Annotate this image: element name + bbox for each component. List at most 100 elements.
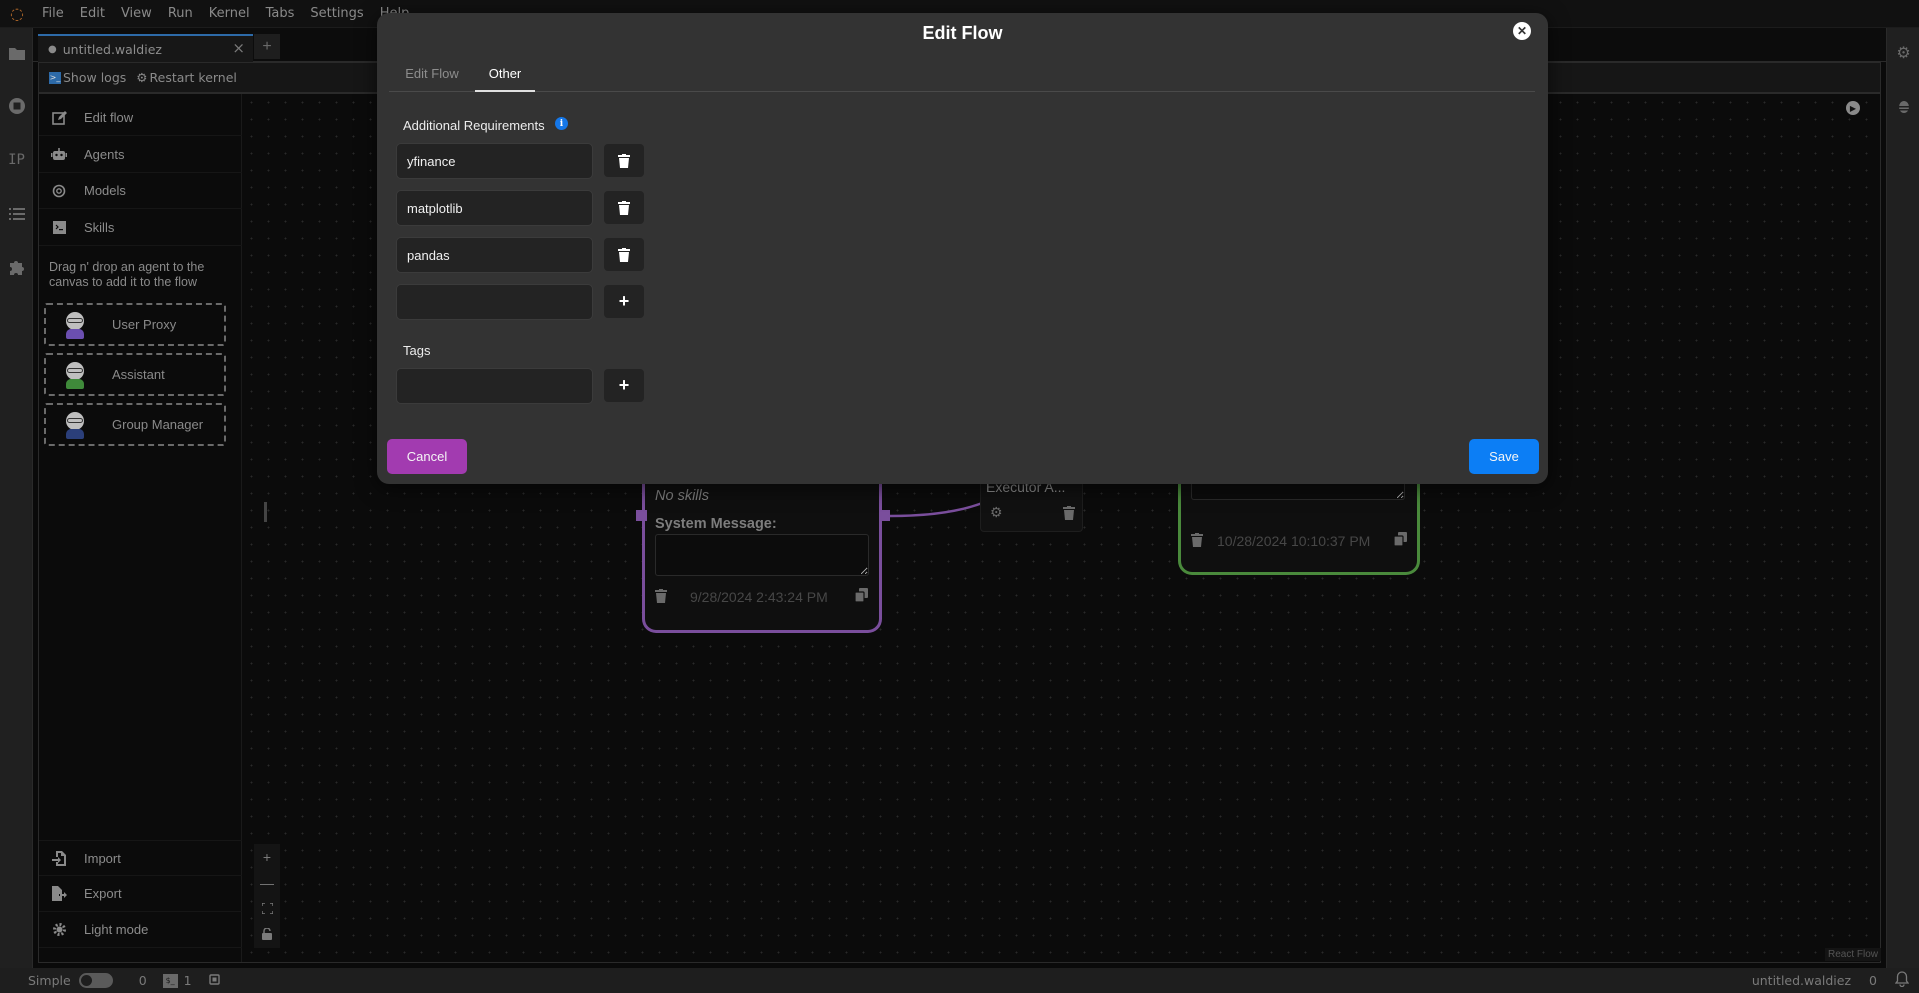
- zoom-out-button[interactable]: —: [260, 875, 274, 891]
- sidebar-item-export[interactable]: Export: [39, 876, 242, 912]
- sidebar-item-label: Light mode: [84, 922, 149, 937]
- plus-icon: +: [618, 291, 630, 311]
- sidebar-item-import[interactable]: Import: [39, 840, 242, 876]
- node-handle-left[interactable]: [636, 510, 647, 521]
- sidebar-item-label: Export: [84, 886, 122, 901]
- agent-card-group-manager[interactable]: Group Manager: [44, 403, 226, 446]
- sun-icon: [49, 922, 69, 937]
- ip-icon[interactable]: IP: [0, 145, 33, 175]
- sidebar-item-agents[interactable]: Agents: [39, 137, 242, 173]
- new-tab-button[interactable]: +: [254, 34, 280, 59]
- agent-card-assistant[interactable]: Assistant: [44, 353, 226, 396]
- right-activity-bar: ⚙: [1886, 28, 1919, 968]
- status-count-b[interactable]: 1: [184, 973, 192, 988]
- sidebar-resize-handle[interactable]: [264, 502, 267, 522]
- lock-toggle-button[interactable]: [262, 927, 272, 943]
- import-icon: [49, 850, 69, 866]
- add-requirement-button[interactable]: +: [604, 285, 644, 318]
- puzzle-icon[interactable]: [0, 251, 33, 281]
- close-tab-icon[interactable]: ×: [232, 39, 245, 57]
- node-handle-right[interactable]: [879, 510, 890, 521]
- requirement-input[interactable]: [396, 143, 593, 179]
- node-skills-text: No skills: [655, 488, 709, 504]
- folder-icon[interactable]: [0, 38, 33, 68]
- kernel-chip-icon[interactable]: [208, 973, 221, 989]
- sidebar-item-label: Edit flow: [84, 110, 134, 125]
- show-logs-button[interactable]: >_ Show logs: [49, 70, 126, 85]
- canvas-controls: + —: [254, 844, 280, 948]
- gears-icon[interactable]: ⚙: [1887, 38, 1919, 68]
- zoom-in-button[interactable]: +: [263, 849, 271, 865]
- info-icon[interactable]: i: [555, 117, 568, 130]
- jupyter-logo-icon: ◌: [10, 4, 24, 23]
- restart-kernel-button[interactable]: ⚙ Restart kernel: [136, 70, 237, 85]
- menu-kernel[interactable]: Kernel: [201, 6, 258, 21]
- status-count-a[interactable]: 0: [139, 973, 147, 988]
- delete-node-icon[interactable]: [1063, 506, 1075, 523]
- menu-view[interactable]: View: [113, 6, 160, 21]
- requirement-input[interactable]: [396, 237, 593, 273]
- document-tab[interactable]: ● untitled.waldiez ×: [38, 34, 253, 62]
- requirement-input[interactable]: [396, 190, 593, 226]
- copy-node-icon[interactable]: [854, 588, 868, 605]
- mode-label: Simple: [28, 973, 71, 988]
- document-tab-title: untitled.waldiez: [62, 41, 162, 57]
- react-flow-attribution[interactable]: React Flow: [1825, 948, 1882, 961]
- modal-tabs: Edit Flow Other: [389, 63, 1535, 92]
- stop-circle-icon[interactable]: [0, 91, 33, 121]
- new-requirement-input[interactable]: [396, 284, 593, 320]
- edit-flow-modal: Edit Flow ✕ Edit Flow Other Additional R…: [377, 13, 1548, 484]
- menu-tabs[interactable]: Tabs: [258, 6, 303, 21]
- close-modal-button[interactable]: ✕: [1513, 22, 1531, 40]
- flow-sidebar: Edit flow Agents Models Skills Drag n' d…: [39, 94, 242, 962]
- agent-node-assistant[interactable]: 10/28/2024 10:10:37 PM: [1178, 470, 1420, 575]
- terminal-badge-icon[interactable]: $_: [162, 973, 178, 988]
- agent-card-user-proxy[interactable]: User Proxy: [44, 303, 226, 346]
- bell-icon[interactable]: [1894, 971, 1910, 990]
- fit-view-button[interactable]: [260, 901, 274, 917]
- save-button[interactable]: Save: [1469, 439, 1539, 474]
- new-tag-input[interactable]: [396, 368, 593, 404]
- delete-node-icon[interactable]: [655, 589, 667, 606]
- delete-requirement-button[interactable]: [604, 191, 644, 224]
- copy-node-icon[interactable]: [1393, 532, 1407, 549]
- tab-edit-flow[interactable]: Edit Flow: [389, 63, 475, 92]
- sidebar-item-light-mode[interactable]: Light mode: [39, 912, 242, 948]
- chip-icon: ⚙: [136, 70, 148, 85]
- sidebar-item-edit-flow[interactable]: Edit flow: [39, 100, 242, 136]
- delete-requirement-button[interactable]: [604, 238, 644, 271]
- tab-other[interactable]: Other: [475, 63, 535, 92]
- openai-icon: [49, 184, 69, 198]
- terminal-icon: >_: [49, 71, 61, 84]
- sidebar-item-models[interactable]: Models: [39, 173, 242, 209]
- user-proxy-avatar-icon: [62, 310, 88, 340]
- delete-requirement-button[interactable]: [604, 144, 644, 177]
- flow-edge[interactable]: [890, 480, 990, 520]
- assistant-avatar-icon: [62, 360, 88, 390]
- menu-run[interactable]: Run: [160, 6, 201, 21]
- system-message-textarea[interactable]: [655, 534, 869, 576]
- sidebar-item-label: Models: [84, 183, 126, 198]
- menu-file[interactable]: File: [34, 6, 72, 21]
- run-flow-icon[interactable]: ▶: [1846, 101, 1860, 115]
- sidebar-item-label: Skills: [84, 220, 115, 235]
- close-icon: ✕: [1516, 24, 1528, 38]
- sidebar-item-skills[interactable]: Skills: [39, 210, 242, 246]
- bug-icon[interactable]: [1887, 91, 1919, 121]
- agent-node-user-proxy[interactable]: No skills System Message: 9/28/2024 2:43…: [642, 470, 882, 633]
- notification-count: 0: [1869, 973, 1877, 988]
- show-logs-label: Show logs: [63, 70, 127, 85]
- menu-settings[interactable]: Settings: [302, 6, 371, 21]
- menu-edit[interactable]: Edit: [72, 6, 113, 21]
- drag-drop-hint: Drag n' drop an agent to the canvas to a…: [49, 260, 205, 289]
- modal-title: Edit Flow: [922, 23, 1003, 43]
- status-bar: Simple 0 $_ 1 untitled.waldiez 0: [0, 968, 1919, 993]
- list-icon[interactable]: [0, 198, 33, 228]
- add-tag-button[interactable]: +: [604, 369, 644, 402]
- cancel-button[interactable]: Cancel: [387, 439, 467, 474]
- gear-icon[interactable]: ⚙: [990, 504, 1003, 521]
- delete-node-icon[interactable]: [1191, 533, 1203, 550]
- terminal-icon: [49, 221, 69, 234]
- additional-requirements-label: Additional Requirements: [403, 118, 545, 133]
- simple-mode-toggle[interactable]: [78, 973, 113, 988]
